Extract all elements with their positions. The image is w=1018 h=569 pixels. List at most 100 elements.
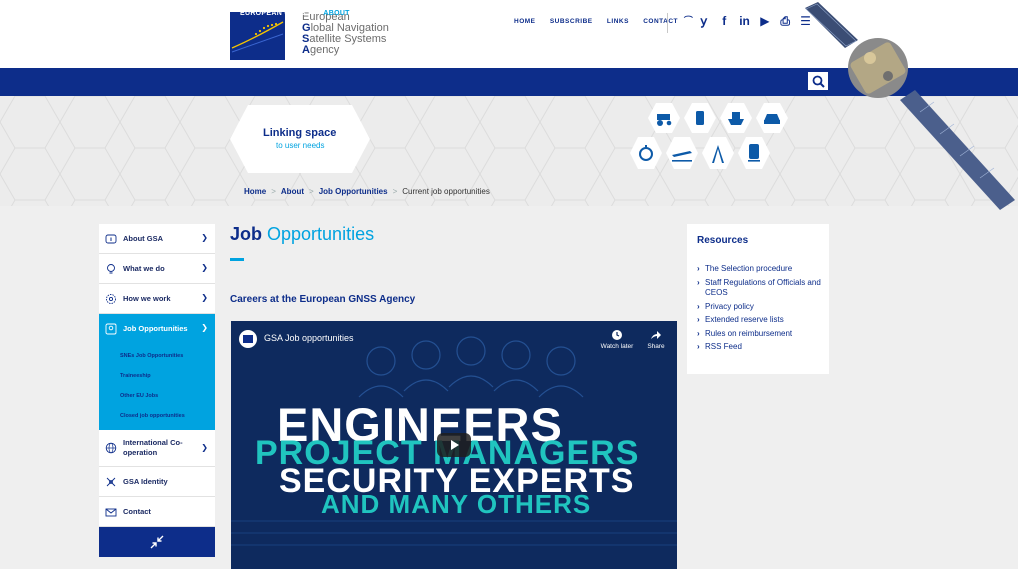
nav-gnss-applications[interactable]: GNSS APPLICATIONS bbox=[447, 10, 525, 17]
sidebar-submenu: SNEs Job Opportunities Traineeship Other… bbox=[99, 343, 215, 430]
nav-european-gnss[interactable]: EUROPEAN GNSS bbox=[240, 10, 305, 17]
page-title: Job Opportunities bbox=[230, 224, 375, 244]
chevron-right-icon: ❯ bbox=[201, 323, 208, 332]
logo-wordmark: European Global Navigation Satellite Sys… bbox=[302, 11, 389, 56]
resource-link-rules-reimbursement[interactable]: › Rules on reimbursement bbox=[697, 329, 825, 340]
car-icon bbox=[764, 114, 780, 124]
resources-panel: Resources › The Selection procedure › Staf… bbox=[687, 224, 829, 374]
twitter-icon[interactable]: 𝗒 bbox=[695, 14, 712, 28]
nav-opportunities[interactable]: OPPORTUNITIES bbox=[368, 10, 429, 17]
main-nav-items: EUROPEAN GNSS ABOUT OPPORTUNITIES GNSS A… bbox=[240, 10, 682, 17]
youtube-icon[interactable]: ▶ bbox=[756, 14, 773, 28]
nav-newsroom[interactable]: NEWSROOM bbox=[544, 10, 589, 17]
resources-list: › The Selection procedure › Staff Regulati… bbox=[697, 264, 825, 356]
title-underline bbox=[230, 258, 244, 261]
sidebar-item-label: International Co-operation bbox=[123, 438, 183, 457]
hexagon-shape bbox=[230, 105, 370, 173]
gsa-logo[interactable]: European Global Navigation Satellite Sys… bbox=[230, 12, 390, 62]
video-text-and-many-others: AND MANY OTHERS bbox=[321, 489, 592, 519]
section-subtitle: Careers at the European GNSS Agency bbox=[230, 294, 416, 305]
top-utility-links: HOME SUBSCRIBE LINKS CONTACT bbox=[514, 18, 690, 25]
chevron-right-icon: › bbox=[697, 264, 700, 273]
share-button[interactable]: Share bbox=[643, 329, 669, 350]
chevron-right-icon: ❯ bbox=[201, 263, 208, 272]
top-link-contact[interactable]: CONTACT bbox=[643, 18, 678, 25]
social-links: ͡ 𝗒 f in ▶ ⎙ ☰ bbox=[675, 14, 814, 29]
chevron-right-icon: ❯ bbox=[201, 443, 208, 452]
sidebar-item-label: What we do bbox=[123, 264, 165, 273]
chevron-right-icon: › bbox=[697, 277, 700, 287]
bulb-icon bbox=[107, 263, 115, 273]
chevron-right-icon: › bbox=[697, 342, 700, 351]
globe-icon bbox=[105, 442, 117, 454]
tagline-primary: Linking space bbox=[263, 127, 337, 139]
top-link-links[interactable]: LINKS bbox=[607, 18, 629, 25]
chevron-right-icon: ❯ bbox=[201, 293, 208, 302]
sidebar-subitem-closed[interactable]: Closed job opportunities bbox=[99, 406, 215, 426]
breadcrumb-current: Current job opportunities bbox=[402, 187, 490, 196]
print-icon[interactable]: ⎙ bbox=[777, 14, 794, 29]
gear-icon bbox=[106, 293, 116, 304]
sidebar-item-label: How we work bbox=[123, 294, 171, 303]
sidebar-item-how-we-work[interactable]: How we work ❯ bbox=[99, 284, 215, 314]
nav-media-library[interactable]: MEDIA LIBRARY bbox=[607, 10, 666, 17]
info-icon bbox=[105, 234, 117, 243]
phone-icon bbox=[696, 111, 704, 125]
resources-title: Resources bbox=[697, 235, 749, 246]
identity-icon bbox=[106, 477, 116, 486]
tagline-hexagon: Linking space to user needs bbox=[230, 105, 370, 173]
sidebar-subitem-traineeship[interactable]: Traineeship bbox=[99, 366, 215, 386]
person-icon bbox=[105, 323, 117, 334]
facebook-icon[interactable]: f bbox=[716, 14, 733, 28]
resource-link-privacy-policy[interactable]: › Privacy policy bbox=[697, 302, 825, 313]
chevron-right-icon: > bbox=[392, 187, 398, 196]
play-button[interactable] bbox=[437, 433, 471, 457]
sidebar-item-gsa-identity[interactable]: GSA Identity bbox=[99, 467, 215, 497]
chevron-right-icon: > bbox=[271, 187, 276, 196]
linkedin-icon[interactable]: in bbox=[736, 14, 753, 28]
sidebar-item-international-cooperation[interactable]: International Co-operation ❯ bbox=[99, 430, 215, 467]
sidebar-subitem-snes[interactable]: SNEs Job Opportunities bbox=[99, 346, 215, 366]
gsa-logo-icon bbox=[243, 335, 253, 343]
video-title[interactable]: GSA Job opportunities bbox=[264, 333, 354, 343]
top-link-home[interactable]: HOME bbox=[514, 18, 536, 25]
clock-icon bbox=[612, 330, 622, 340]
share-icon bbox=[651, 331, 661, 339]
video-player[interactable]: GSA Job opportunities Watch later Share … bbox=[231, 321, 677, 569]
watch-later-button[interactable]: Watch later bbox=[597, 329, 637, 350]
sidebar-item-what-we-do[interactable]: What we do ❯ bbox=[99, 254, 215, 284]
chevron-right-icon: > bbox=[309, 187, 314, 196]
channel-avatar[interactable] bbox=[239, 330, 257, 348]
sidebar-subitem-other-eu-jobs[interactable]: Other EU Jobs bbox=[99, 386, 215, 406]
tagline-secondary: to user needs bbox=[276, 141, 325, 150]
collapse-arrows-icon bbox=[150, 535, 164, 549]
galileo-satellite-illustration bbox=[800, 0, 1018, 215]
resource-link-extended-reserve-lists[interactable]: › Extended reserve lists bbox=[697, 315, 825, 326]
sidebar-item-label: GSA Identity bbox=[123, 477, 168, 486]
chevron-right-icon: › bbox=[697, 328, 700, 338]
chevron-right-icon: › bbox=[697, 301, 700, 311]
mail-icon bbox=[105, 508, 117, 516]
sidebar-item-contact[interactable]: Contact bbox=[99, 497, 215, 527]
sidebar-item-label: Job Opportunities bbox=[123, 324, 188, 333]
resource-link-selection-procedure[interactable]: › The Selection procedure bbox=[697, 264, 825, 275]
eu-flag-logo-icon bbox=[230, 12, 285, 60]
sidebar-item-about-gsa[interactable]: About GSA ❯ bbox=[99, 224, 215, 254]
chevron-right-icon: ❯ bbox=[201, 233, 208, 242]
breadcrumb-about[interactable]: About bbox=[281, 187, 304, 196]
play-icon bbox=[451, 440, 459, 450]
resource-link-staff-regulations[interactable]: › Staff Regulations of Officials and CEOS bbox=[697, 278, 825, 299]
chevron-right-icon: › bbox=[697, 315, 700, 324]
breadcrumb: Home > About > Job Opportunities > Current job… bbox=[244, 187, 490, 196]
sidebar-item-job-opportunities[interactable]: Job Opportunities ❯ bbox=[99, 314, 215, 343]
collapse-sidebar-button[interactable] bbox=[99, 527, 215, 557]
resource-link-rss-feed[interactable]: › RSS Feed bbox=[697, 342, 825, 353]
breadcrumb-home[interactable]: Home bbox=[244, 187, 266, 196]
application-icons bbox=[630, 103, 810, 175]
breadcrumb-job-opportunities[interactable]: Job Opportunities bbox=[319, 187, 388, 196]
nav-about[interactable]: ABOUT bbox=[323, 10, 349, 17]
sidebar-item-label: About GSA bbox=[123, 234, 163, 243]
sidebar-nav: About GSA ❯ What we do ❯ How we work ❯ J… bbox=[99, 224, 215, 557]
sidebar-item-label: Contact bbox=[123, 507, 151, 516]
top-link-subscribe[interactable]: SUBSCRIBE bbox=[550, 18, 593, 25]
